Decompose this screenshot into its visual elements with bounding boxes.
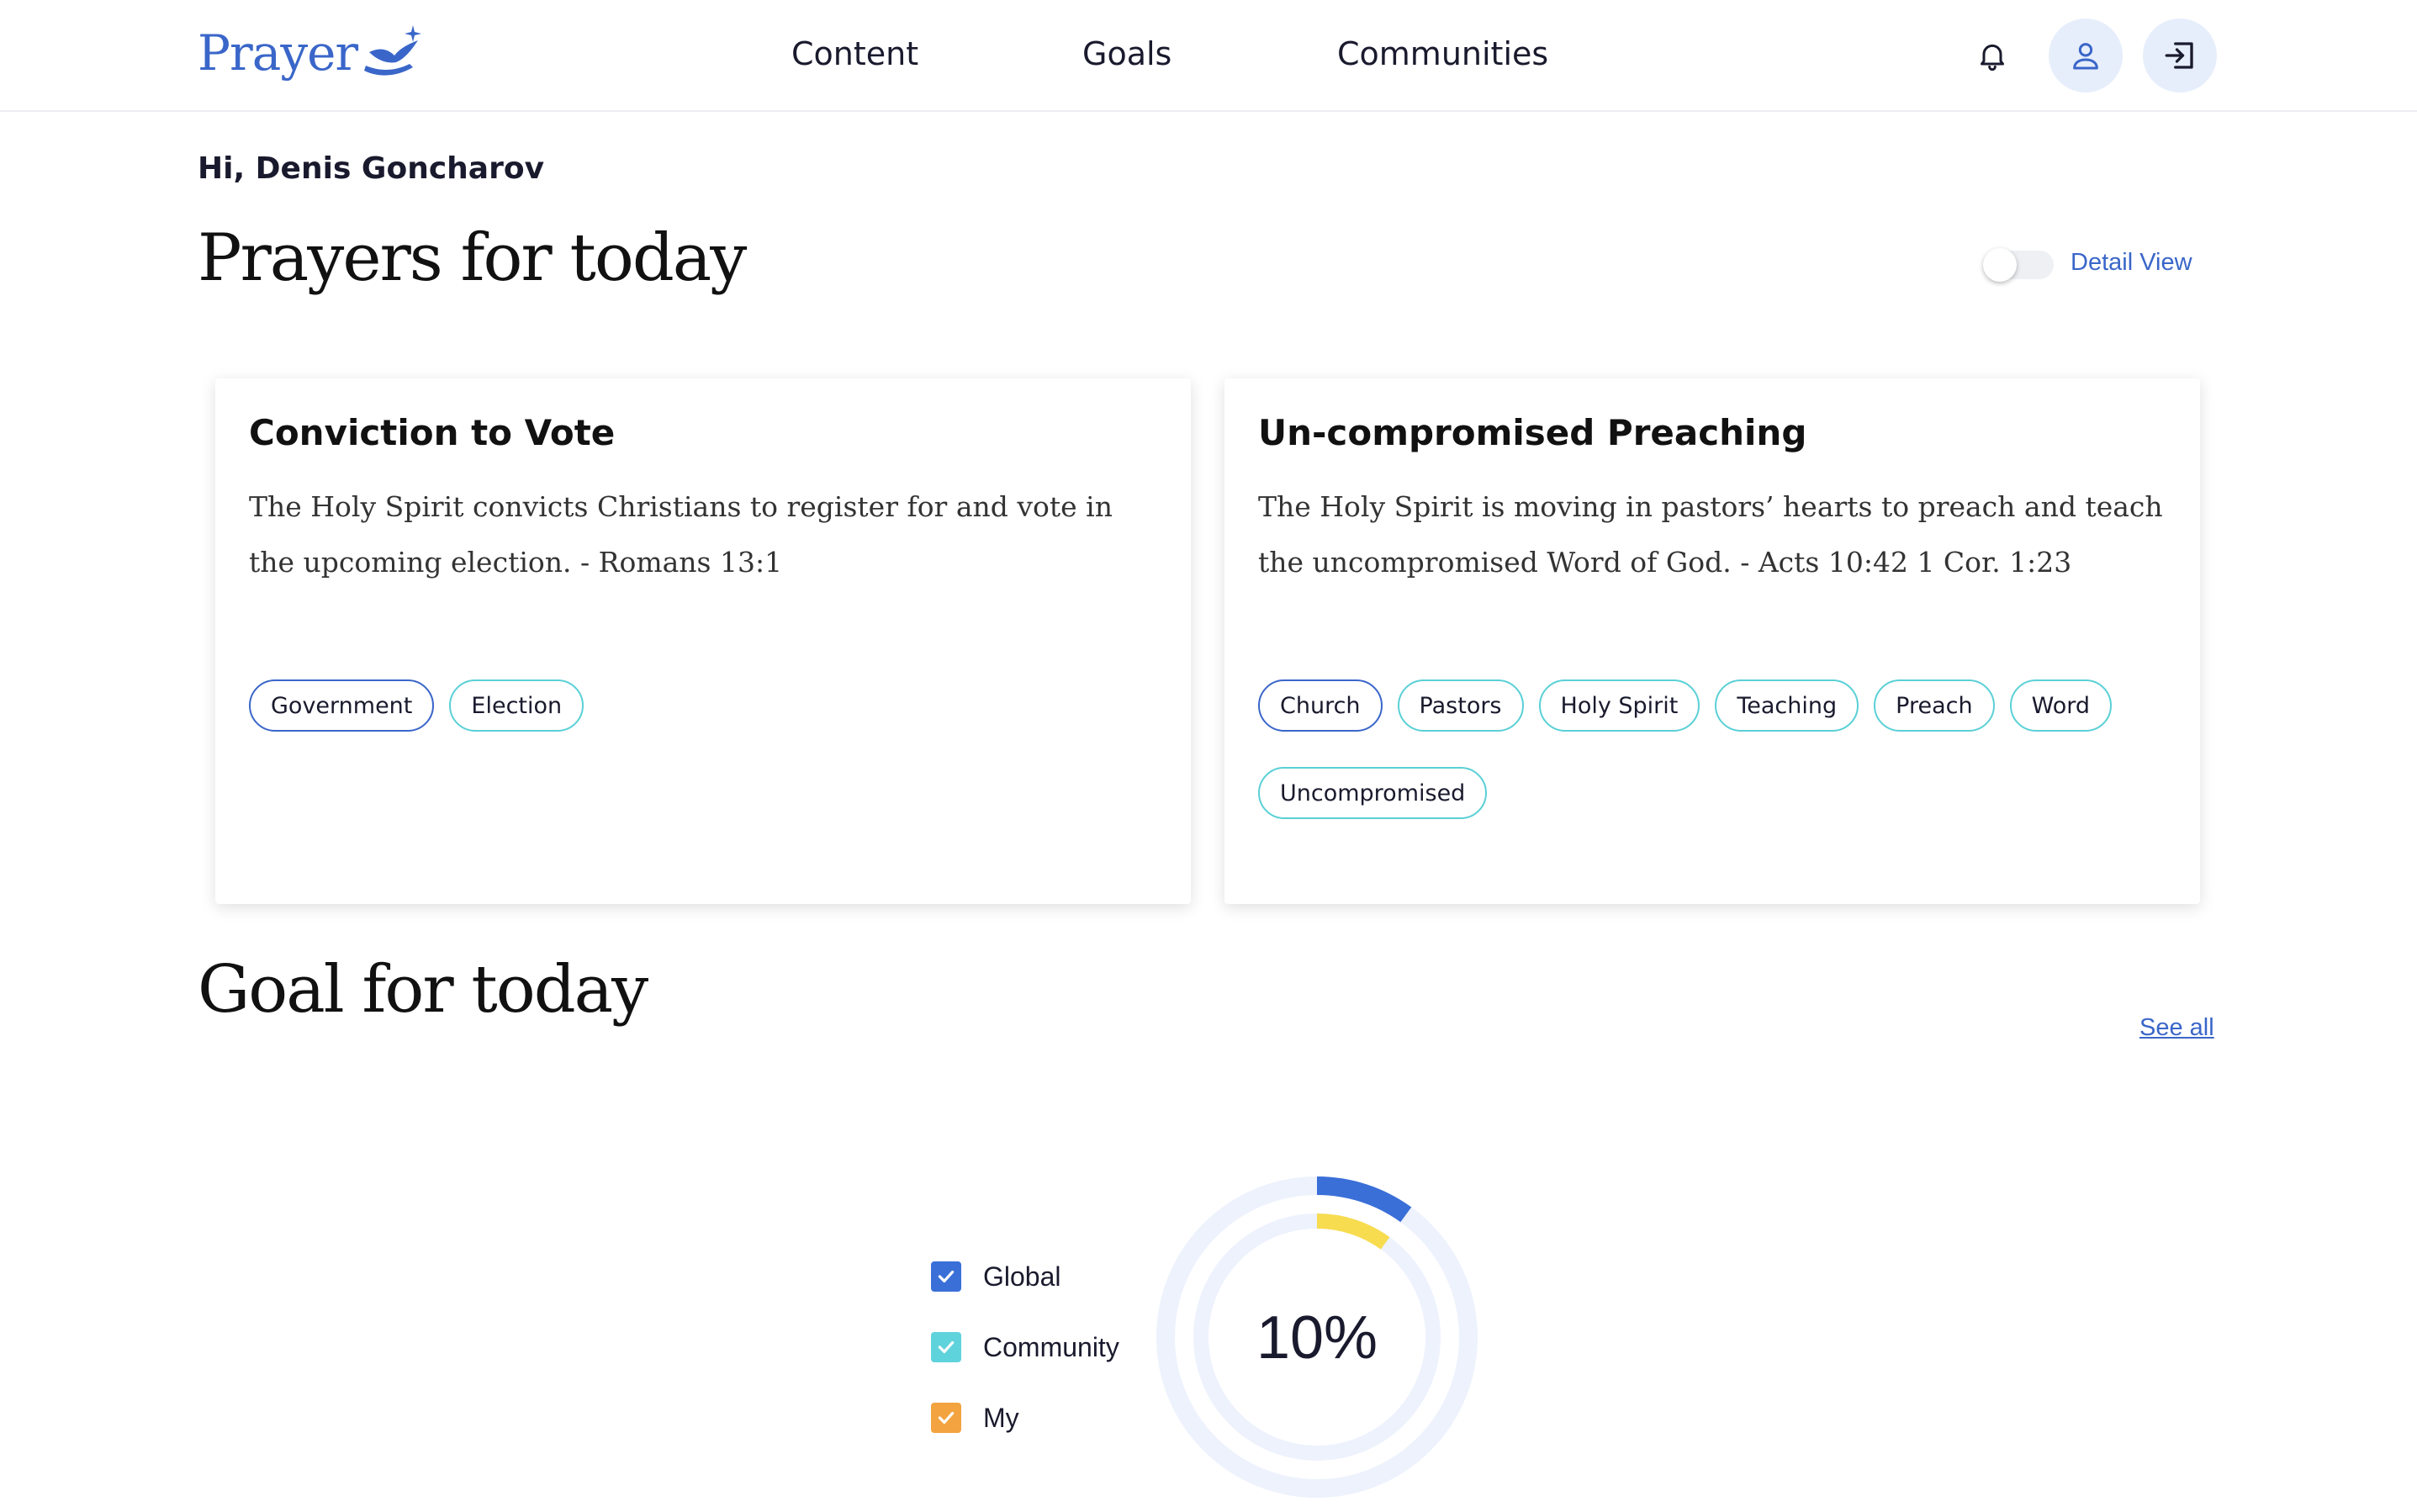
tag-teaching[interactable]: Teaching xyxy=(1715,679,1859,732)
logout-icon xyxy=(2165,42,2193,69)
tag-holy-spirit[interactable]: Holy Spirit xyxy=(1538,679,1700,732)
detail-view-label[interactable]: Detail View xyxy=(2071,249,2192,277)
bell-icon xyxy=(1981,44,2004,71)
prayer-card-title: Un-compromised Preaching xyxy=(1258,412,1807,453)
logout-button[interactable] xyxy=(2143,19,2217,93)
top-navbar: Prayer Content Goals Communities xyxy=(0,0,2417,112)
nav-content[interactable]: Content xyxy=(791,35,918,72)
check-icon xyxy=(938,1411,955,1425)
legend-label: Community xyxy=(983,1331,1119,1362)
toggle-knob xyxy=(1983,248,2017,282)
legend-item-my[interactable]: My xyxy=(931,1382,1119,1453)
profile-button[interactable] xyxy=(2049,19,2123,93)
prayer-card-body: The Holy Spirit is moving in pastors’ he… xyxy=(1258,490,2163,579)
checkbox-my[interactable] xyxy=(931,1403,961,1433)
tag-church[interactable]: Church xyxy=(1258,679,1383,732)
detail-view-toggle[interactable] xyxy=(1983,248,2054,282)
tag-list: Church Pastors Holy Spirit Teaching Prea… xyxy=(1258,679,2166,839)
tag-election[interactable]: Election xyxy=(449,679,584,732)
tag-list: Government Election xyxy=(249,679,1157,752)
checkbox-community[interactable] xyxy=(931,1332,961,1362)
tag-word[interactable]: Word xyxy=(2009,679,2112,732)
tag-pastors[interactable]: Pastors xyxy=(1397,679,1524,732)
goals-title: Goal for today xyxy=(198,952,648,1028)
logo[interactable]: Prayer xyxy=(198,22,425,84)
see-all-link[interactable]: See all xyxy=(2139,1014,2214,1042)
prayer-card[interactable]: Conviction to Vote The Holy Spirit convi… xyxy=(215,378,1191,904)
legend-label: Global xyxy=(983,1261,1061,1292)
nav-communities[interactable]: Communities xyxy=(1337,35,1548,72)
tag-uncompromised[interactable]: Uncompromised xyxy=(1258,767,1488,819)
ring-progress-global xyxy=(1316,1176,1412,1223)
greeting: Hi, Denis Goncharov xyxy=(198,151,545,186)
goal-legend: Global Community My xyxy=(931,1241,1119,1453)
nav-goals[interactable]: Goals xyxy=(1082,35,1171,72)
prayer-card[interactable]: Un-compromised Preaching The Holy Spirit… xyxy=(1224,378,2200,904)
user-icon xyxy=(2073,43,2098,70)
checkbox-global[interactable] xyxy=(931,1261,961,1292)
notifications-button[interactable] xyxy=(1955,19,2029,93)
prayers-title: Prayers for today xyxy=(198,220,747,296)
goal-percent-label: 10% xyxy=(1256,1304,1378,1372)
ring-progress-community xyxy=(1316,1213,1390,1250)
legend-label: My xyxy=(983,1402,1019,1433)
dove-hands-icon xyxy=(362,22,425,84)
logo-text: Prayer xyxy=(198,24,358,82)
prayer-card-title: Conviction to Vote xyxy=(249,412,616,453)
check-icon xyxy=(938,1340,955,1354)
legend-item-community[interactable]: Community xyxy=(931,1312,1119,1382)
tag-government[interactable]: Government xyxy=(249,679,435,732)
legend-item-global[interactable]: Global xyxy=(931,1241,1119,1312)
prayer-card-body: The Holy Spirit convicts Christians to r… xyxy=(249,490,1113,579)
tag-preach[interactable]: Preach xyxy=(1874,679,1995,732)
check-icon xyxy=(938,1270,955,1283)
